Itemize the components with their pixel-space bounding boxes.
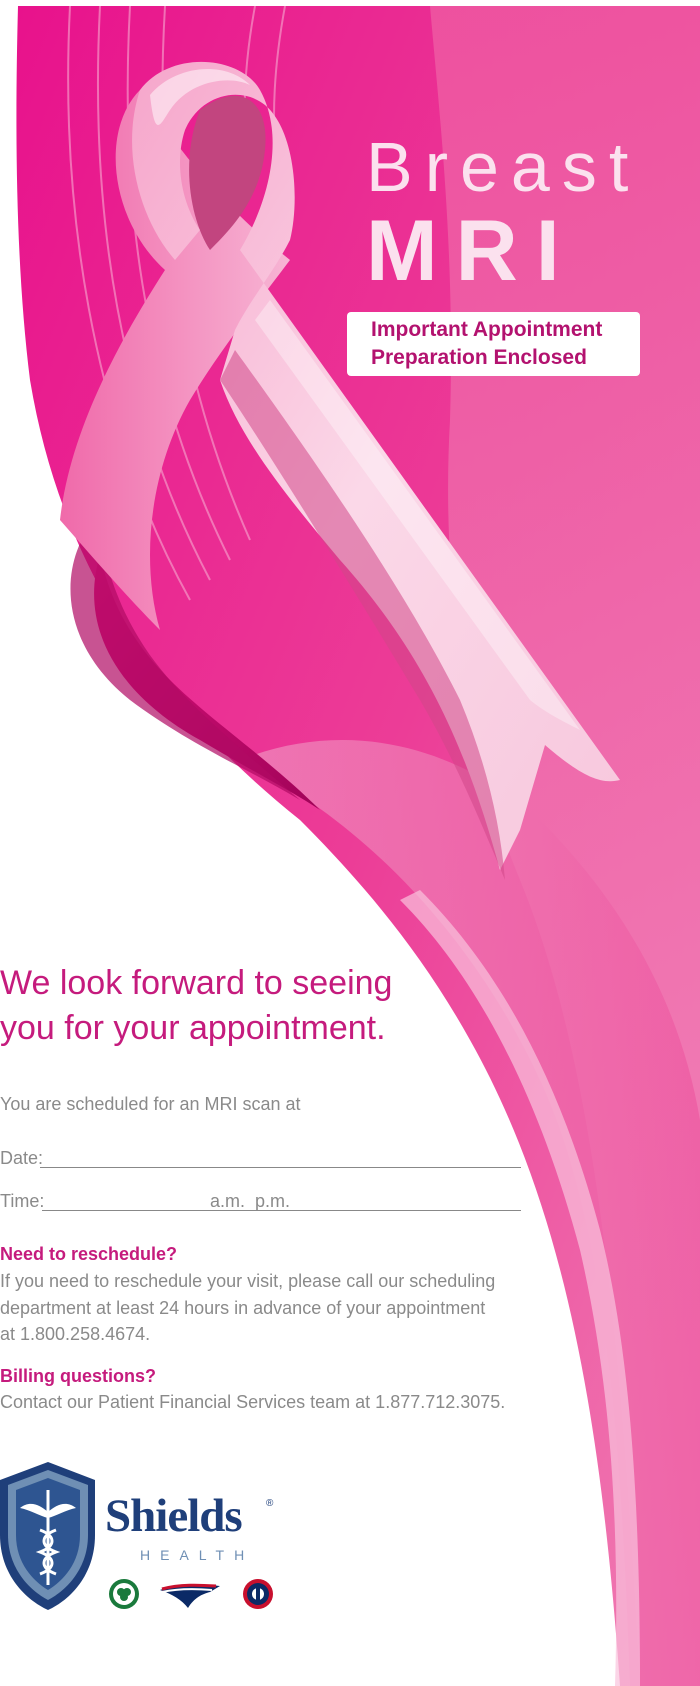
shield-caduceus-icon <box>0 1462 95 1610</box>
reschedule-heading: Need to reschedule? <box>0 1244 178 1264</box>
time-am: a.m. <box>210 1191 246 1211</box>
date-line <box>40 1167 521 1168</box>
brand-subname: HEALTH <box>140 1547 255 1563</box>
reschedule-line3: at 1.800.258.4674. <box>0 1324 151 1344</box>
revolution-logo <box>243 1579 273 1609</box>
registered-mark: ® <box>266 1498 274 1509</box>
title-breast: Breast <box>366 128 641 206</box>
reschedule-line2: department at least 24 hours in advance … <box>0 1298 486 1318</box>
appointment-intro: You are scheduled for an MRI scan at <box>0 1094 301 1114</box>
date-label: Date: <box>0 1148 44 1168</box>
billing-line1: Contact our Patient Financial Services t… <box>0 1392 506 1412</box>
time-pm: p.m. <box>255 1191 291 1211</box>
preparation-notice-line2: Preparation Enclosed <box>371 346 587 369</box>
brand-name: Shields <box>105 1490 243 1542</box>
patriots-logo <box>160 1583 220 1608</box>
title-mri: MRI <box>366 203 578 299</box>
billing-heading: Billing questions? <box>0 1366 156 1386</box>
time-label: Time: <box>0 1191 45 1211</box>
cover-artwork <box>16 5 700 1686</box>
reschedule-line1: If you need to reschedule your visit, pl… <box>0 1271 496 1291</box>
headline-line2: you for your appointment. <box>0 1009 386 1047</box>
celtics-logo <box>109 1579 139 1609</box>
preparation-notice-line1: Important Appointment <box>371 318 603 341</box>
headline-line1: We look forward to seeing <box>0 964 393 1002</box>
time-line <box>42 1210 521 1211</box>
